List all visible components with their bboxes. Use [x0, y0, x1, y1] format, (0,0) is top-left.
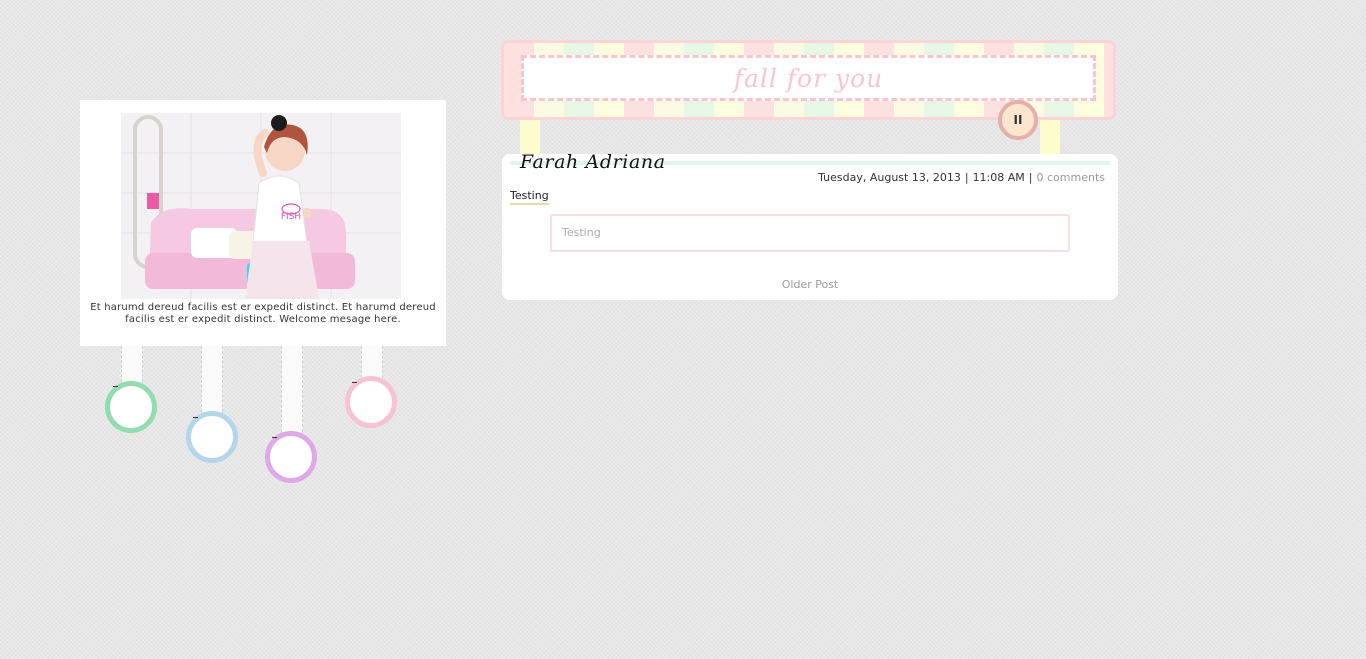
- nav-ring-blue[interactable]: [186, 411, 238, 463]
- ring-tick: [272, 437, 277, 438]
- ring-tick: [352, 382, 357, 383]
- banner-post-right: [1040, 120, 1060, 156]
- ring-string-blue: [201, 346, 223, 412]
- post-meta: Tuesday, August 13, 2013 | 11:08 AM | 0 comm…: [818, 171, 1105, 184]
- profile-photo-illustration: FISH: [121, 113, 401, 299]
- ring-tick: [193, 417, 198, 418]
- profile-photo: FISH: [121, 113, 401, 299]
- banner-inner: fall for you: [521, 55, 1096, 101]
- post-body: Testing: [550, 214, 1070, 252]
- nav-ring-green[interactable]: [105, 381, 157, 433]
- nav-ring-purple[interactable]: [265, 431, 317, 483]
- meta-separator: |: [1028, 171, 1033, 184]
- meta-separator: |: [964, 171, 969, 184]
- welcome-message: Et harumd dereud facilis est er expedit …: [90, 302, 436, 325]
- post-card: Farah Adriana Tuesday, August 13, 2013 | 1…: [502, 151, 1118, 300]
- ring-tick: [113, 386, 118, 387]
- post-label-link[interactable]: Testing: [510, 189, 549, 205]
- ring-string-purple: [281, 346, 303, 432]
- comments-link[interactable]: 0 comments: [1037, 171, 1106, 184]
- pause-icon: II: [1013, 113, 1023, 127]
- profile-card: FISH Et harumd dereud facilis est er exp…: [80, 100, 446, 346]
- ring-string-green: [121, 346, 143, 382]
- post-time[interactable]: 11:08 AM: [973, 171, 1025, 184]
- nav-ring-pink[interactable]: [345, 376, 397, 428]
- older-post-link[interactable]: Older Post: [502, 278, 1118, 291]
- blog-title[interactable]: fall for you: [734, 64, 884, 93]
- ring-string-pink: [361, 346, 383, 378]
- post-date: Tuesday, August 13, 2013: [818, 171, 961, 184]
- music-pause-button[interactable]: II: [998, 100, 1038, 140]
- post-author-title: Farah Adriana: [520, 151, 666, 173]
